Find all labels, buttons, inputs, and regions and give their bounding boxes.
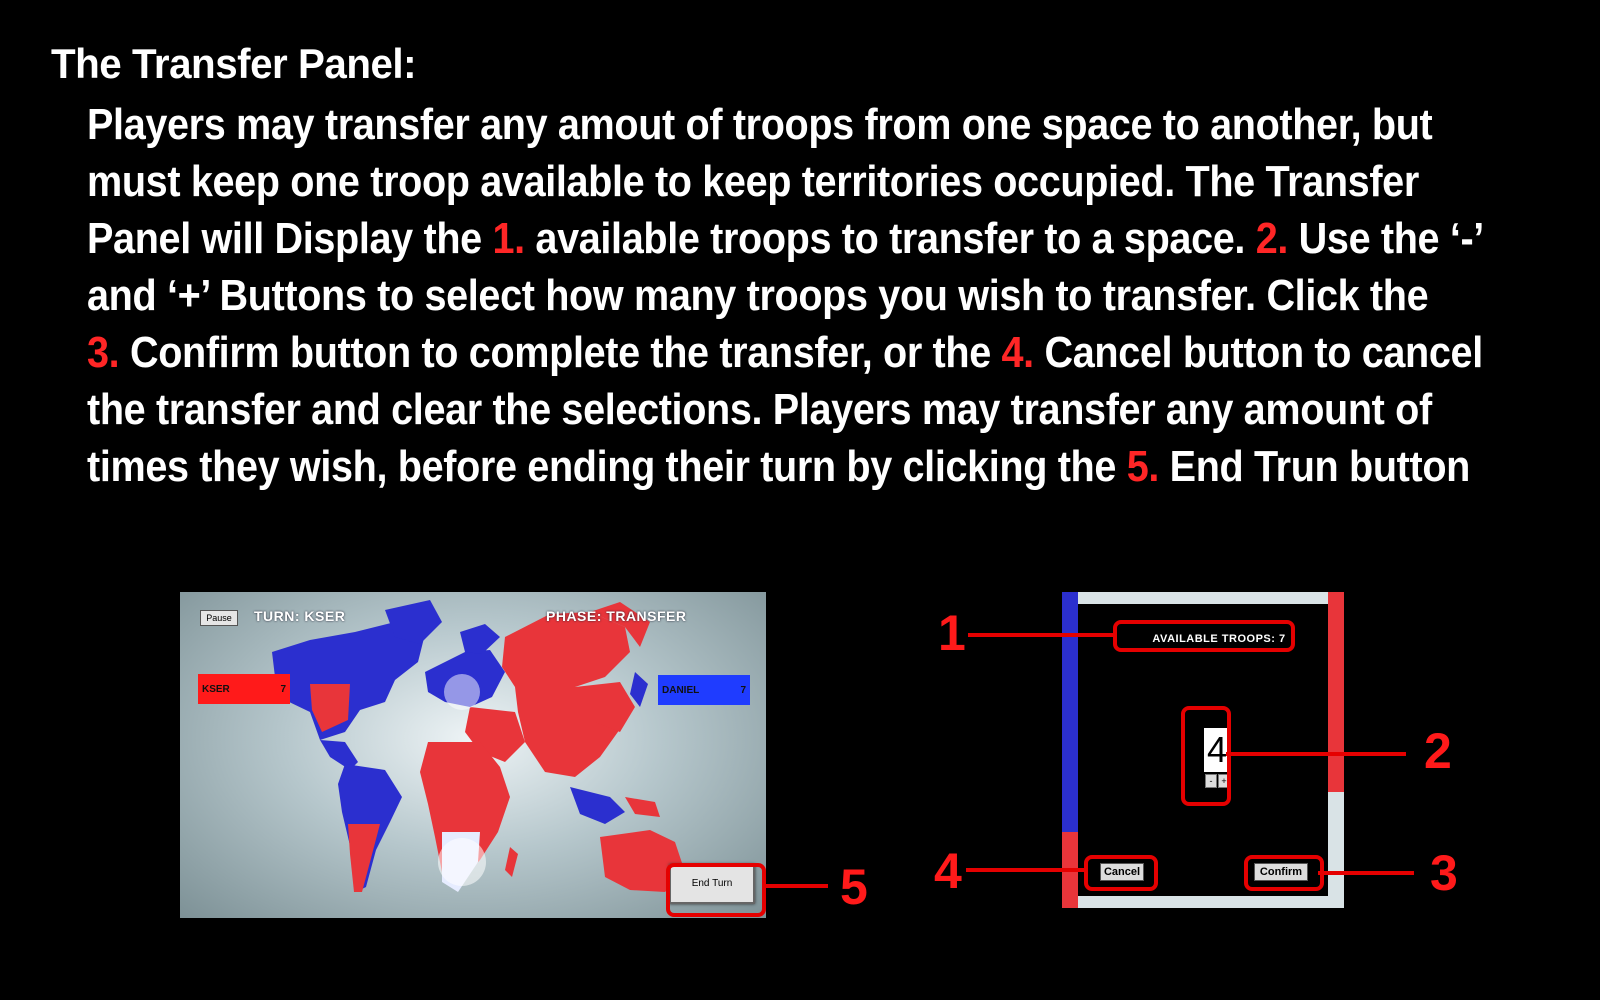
map-strip-right bbox=[1328, 592, 1344, 792]
instruction-fragment: End Trun button bbox=[1159, 442, 1471, 491]
instruction-line: must keep one troop available to keep te… bbox=[87, 157, 1419, 206]
step-number-2: 2. bbox=[1255, 214, 1289, 263]
glow-spot bbox=[444, 674, 480, 710]
callout-number-3: 3 bbox=[1430, 845, 1458, 901]
territory-indonesia bbox=[570, 787, 625, 824]
instruction-fragment: Confirm button to complete the transfer,… bbox=[119, 328, 1002, 377]
player-troop-count: 7 bbox=[740, 685, 746, 696]
callout-line-3 bbox=[1318, 871, 1414, 875]
territory-japan bbox=[630, 672, 648, 707]
player-box-kser: KSER 7 bbox=[198, 674, 290, 704]
player-troop-count: 7 bbox=[280, 684, 286, 695]
callout-number-4: 4 bbox=[934, 843, 962, 899]
instruction-fragment: Cancel button to cancel bbox=[1033, 328, 1483, 377]
callout-number-1: 1 bbox=[938, 605, 966, 661]
player-name: KSER bbox=[202, 684, 230, 695]
territory-madagascar bbox=[505, 847, 518, 877]
instruction-text: Players may transfer any amout of troops… bbox=[87, 96, 1484, 495]
map-strip-right-lower bbox=[1328, 792, 1344, 908]
turn-label: TURN: KSER bbox=[254, 608, 346, 624]
player-name: DANIEL bbox=[662, 685, 700, 696]
instruction-fragment: times they wish, before ending their tur… bbox=[87, 442, 1127, 491]
instruction-line: times they wish, before ending their tur… bbox=[87, 438, 1470, 495]
callout-number-2: 2 bbox=[1424, 723, 1452, 779]
callout-line-2 bbox=[1226, 752, 1406, 756]
end-turn-highlight bbox=[666, 863, 766, 917]
instruction-fragment: available troops to transfer to a space. bbox=[524, 214, 1256, 263]
instruction-line: and ‘+’ Buttons to select how many troop… bbox=[87, 271, 1429, 320]
cancel-highlight bbox=[1084, 855, 1158, 891]
instruction-line: Players may transfer any amout of troops… bbox=[87, 100, 1433, 149]
instruction-fragment: Panel will Display the bbox=[87, 214, 493, 263]
step-number-1: 1. bbox=[492, 214, 525, 263]
territory-south-america-south bbox=[348, 824, 380, 892]
step-number-4: 4. bbox=[1001, 328, 1035, 377]
territory-scandinavia bbox=[460, 624, 500, 654]
instruction-line: Panel will Display the 1. available troo… bbox=[87, 210, 1484, 267]
callout-number-5: 5 bbox=[840, 859, 868, 915]
page-heading: The Transfer Panel: bbox=[51, 40, 417, 87]
territory-new-guinea bbox=[625, 797, 660, 817]
phase-label: PHASE: TRANSFER bbox=[546, 608, 687, 624]
territory-russia bbox=[502, 612, 630, 692]
callout-line-1 bbox=[968, 633, 1116, 637]
instruction-line: the transfer and clear the selections. P… bbox=[87, 385, 1432, 434]
stepper-highlight bbox=[1181, 706, 1231, 806]
callout-line-4 bbox=[966, 868, 1084, 872]
player-box-daniel: DANIEL 7 bbox=[658, 675, 750, 705]
step-number-5: 5. bbox=[1126, 442, 1160, 491]
available-troops-highlight bbox=[1113, 620, 1295, 652]
instruction-fragment: Use the ‘-’ bbox=[1288, 214, 1485, 263]
instruction-line: 3. Confirm button to complete the transf… bbox=[87, 324, 1483, 381]
step-number-3: 3. bbox=[87, 328, 120, 377]
callout-line-5 bbox=[762, 884, 828, 888]
map-strip-left bbox=[1062, 592, 1078, 832]
territory-north-america bbox=[272, 622, 425, 740]
glow-spot bbox=[438, 838, 486, 886]
confirm-highlight bbox=[1244, 855, 1324, 891]
pause-button[interactable]: Pause bbox=[200, 610, 238, 626]
